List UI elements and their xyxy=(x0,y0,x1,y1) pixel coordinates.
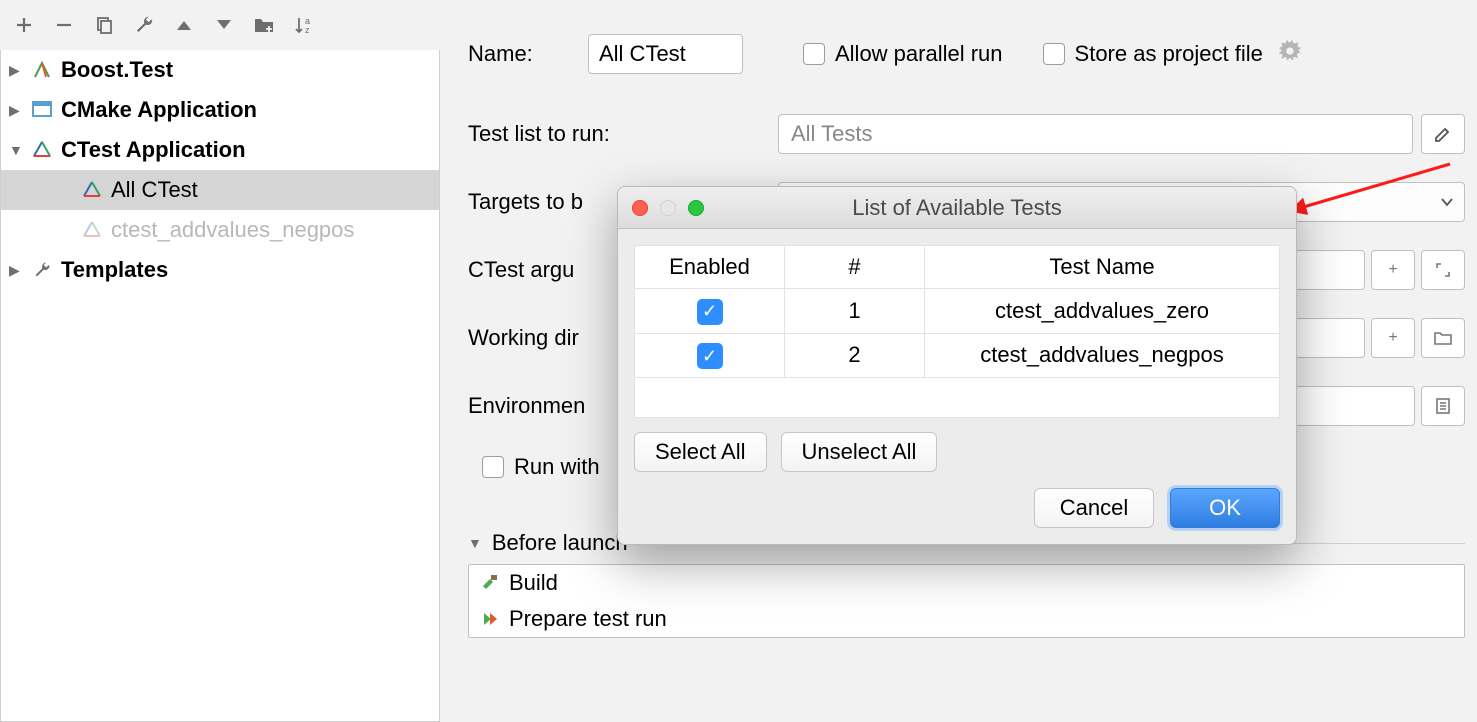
dialog-titlebar: List of Available Tests xyxy=(618,187,1296,229)
chevron-right-icon: ▶ xyxy=(9,62,23,79)
chevron-down-icon: ▼ xyxy=(9,142,23,158)
sort-icon[interactable]: az xyxy=(292,13,316,37)
tree-item-negpos[interactable]: ctest_addvalues_negpos xyxy=(1,210,439,250)
before-launch-item[interactable]: Build xyxy=(469,565,1464,601)
tree-item-boost[interactable]: ▶ Boost.Test xyxy=(1,50,439,90)
minimize-window-icon xyxy=(660,200,676,216)
allow-parallel-label: Allow parallel run xyxy=(835,41,1003,67)
before-launch-list: Build Prepare test run xyxy=(468,564,1465,638)
enabled-checkbox[interactable]: ✓ xyxy=(697,343,723,369)
before-launch-item[interactable]: Prepare test run xyxy=(469,601,1464,637)
unselect-all-button[interactable]: Unselect All xyxy=(781,432,938,472)
tree-label: Templates xyxy=(61,257,168,283)
insert-macro-button[interactable]: + xyxy=(1371,250,1415,290)
ctest-icon xyxy=(31,139,53,161)
tree-item-all-ctest[interactable]: All CTest xyxy=(1,170,439,210)
test-list-label: Test list to run: xyxy=(468,121,778,147)
ctest-icon-faded xyxy=(81,219,103,241)
col-num: # xyxy=(785,246,925,289)
run-with-label: Run with xyxy=(514,454,600,480)
before-launch-label: Before launch xyxy=(492,530,628,556)
expand-button[interactable] xyxy=(1421,250,1465,290)
col-enabled: Enabled xyxy=(635,246,785,289)
table-row[interactable]: ✓ 2 ctest_addvalues_negpos xyxy=(635,333,1280,378)
tree-label: ctest_addvalues_negpos xyxy=(111,217,354,243)
test-list-input[interactable]: All Tests xyxy=(778,114,1413,154)
copy-icon[interactable] xyxy=(92,13,116,37)
ok-button[interactable]: OK xyxy=(1170,488,1280,528)
wrench-icon[interactable] xyxy=(132,13,156,37)
wrench-icon xyxy=(31,259,53,281)
select-all-button[interactable]: Select All xyxy=(634,432,767,472)
col-name: Test Name xyxy=(925,246,1280,289)
run-icon xyxy=(479,608,501,630)
hammer-icon xyxy=(479,572,501,594)
edit-test-list-button[interactable] xyxy=(1421,114,1465,154)
store-project-label: Store as project file xyxy=(1075,41,1263,67)
tests-table: Enabled # Test Name ✓ 1 ctest_addvalues_… xyxy=(634,245,1280,418)
row-name: ctest_addvalues_zero xyxy=(925,289,1280,334)
tree-label: All CTest xyxy=(111,177,198,203)
chevron-down-icon[interactable]: ▼ xyxy=(468,535,482,551)
config-tree: ▶ Boost.Test ▶ CMake Application ▼ CTest… xyxy=(0,50,440,722)
tree-item-cmake[interactable]: ▶ CMake Application xyxy=(1,90,439,130)
up-icon[interactable] xyxy=(172,13,196,37)
row-num: 1 xyxy=(785,289,925,334)
row-num: 2 xyxy=(785,333,925,378)
tree-label: CMake Application xyxy=(61,97,257,123)
gear-icon[interactable] xyxy=(1279,40,1301,68)
name-input[interactable] xyxy=(588,34,743,74)
insert-macro-button[interactable]: + xyxy=(1371,318,1415,358)
store-project-checkbox[interactable] xyxy=(1043,43,1065,65)
add-icon[interactable] xyxy=(12,13,36,37)
zoom-window-icon[interactable] xyxy=(688,200,704,216)
run-with-checkbox[interactable] xyxy=(482,456,504,478)
ctest-icon xyxy=(81,179,103,201)
enabled-checkbox[interactable]: ✓ xyxy=(697,299,723,325)
close-window-icon[interactable] xyxy=(632,200,648,216)
boost-icon xyxy=(31,59,53,81)
tree-item-templates[interactable]: ▶ Templates xyxy=(1,250,439,290)
row-name: ctest_addvalues_negpos xyxy=(925,333,1280,378)
tree-label: CTest Application xyxy=(61,137,246,163)
cancel-button[interactable]: Cancel xyxy=(1034,488,1154,528)
item-label: Prepare test run xyxy=(509,606,667,632)
item-label: Build xyxy=(509,570,558,596)
down-icon[interactable] xyxy=(212,13,236,37)
available-tests-dialog: List of Available Tests Enabled # Test N… xyxy=(617,186,1297,545)
browse-folder-button[interactable] xyxy=(1421,318,1465,358)
remove-icon[interactable] xyxy=(52,13,76,37)
name-label: Name: xyxy=(468,41,588,67)
dialog-title: List of Available Tests xyxy=(618,195,1296,221)
chevron-right-icon: ▶ xyxy=(9,262,23,279)
svg-text:z: z xyxy=(305,25,310,35)
tree-item-ctest[interactable]: ▼ CTest Application xyxy=(1,130,439,170)
tree-label: Boost.Test xyxy=(61,57,173,83)
cmake-icon xyxy=(31,99,53,121)
chevron-right-icon: ▶ xyxy=(9,102,23,119)
env-edit-button[interactable] xyxy=(1421,386,1465,426)
allow-parallel-checkbox[interactable] xyxy=(803,43,825,65)
folder-icon[interactable] xyxy=(252,13,276,37)
table-row[interactable]: ✓ 1 ctest_addvalues_zero xyxy=(635,289,1280,334)
